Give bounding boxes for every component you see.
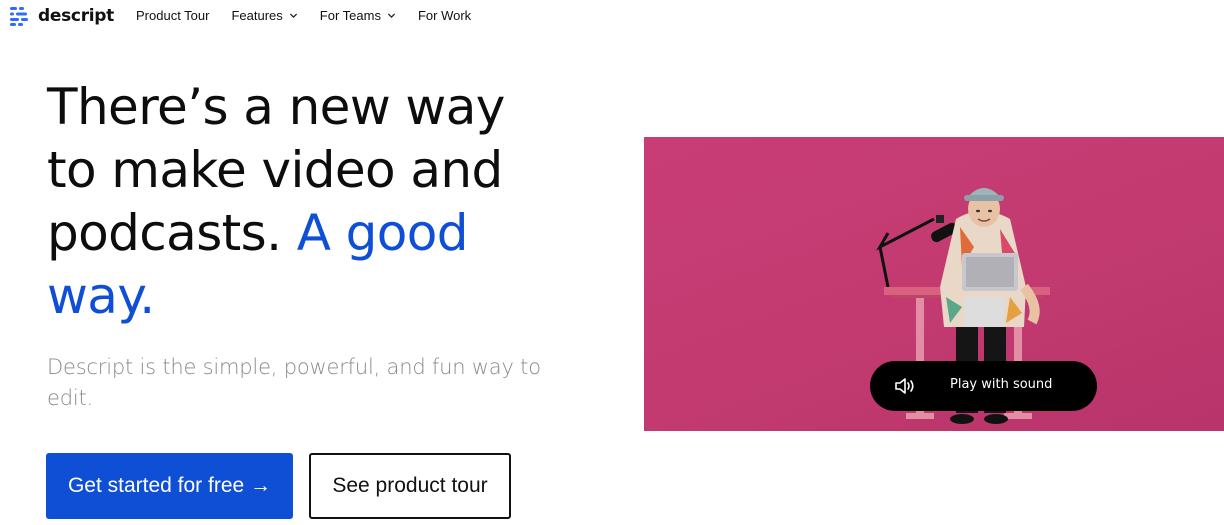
get-started-button[interactable]: Get started for free → [46, 453, 293, 519]
top-nav: descript Product Tour Features For Teams… [0, 0, 1224, 34]
nav-item-label: For Work [417, 8, 472, 23]
nav-item-for-teams[interactable]: For Teams [320, 8, 396, 23]
hero-headline: There’s a new way to make video and podc… [47, 76, 567, 328]
hero-video[interactable]: Play with sound [644, 137, 1224, 431]
nav-item-label: Product Tour [136, 8, 210, 23]
play-with-sound-label: Play with sound [950, 377, 1053, 392]
nav-item-label: Features [231, 8, 283, 23]
nav-item-product-tour[interactable]: Product Tour [136, 8, 209, 23]
hero-subtitle: Descript is the simple, powerful, and fu… [47, 355, 541, 410]
nav-item-features[interactable]: Features [231, 8, 297, 23]
play-with-sound-button[interactable]: Play with sound [870, 361, 1097, 411]
chevron-down-icon [387, 13, 396, 19]
descript-logo-icon [10, 7, 28, 26]
chevron-down-icon [289, 13, 297, 19]
nav-item-label: For Teams [319, 8, 381, 23]
brand-logo[interactable]: descript [9, 4, 114, 28]
see-product-tour-button[interactable]: See product tour [309, 453, 511, 519]
speaker-icon [895, 378, 914, 394]
nav-links: Product Tour Features For Teams For Work [136, 8, 493, 23]
nav-item-for-work[interactable]: For Work [418, 8, 471, 23]
brand-name: descript [38, 6, 115, 26]
